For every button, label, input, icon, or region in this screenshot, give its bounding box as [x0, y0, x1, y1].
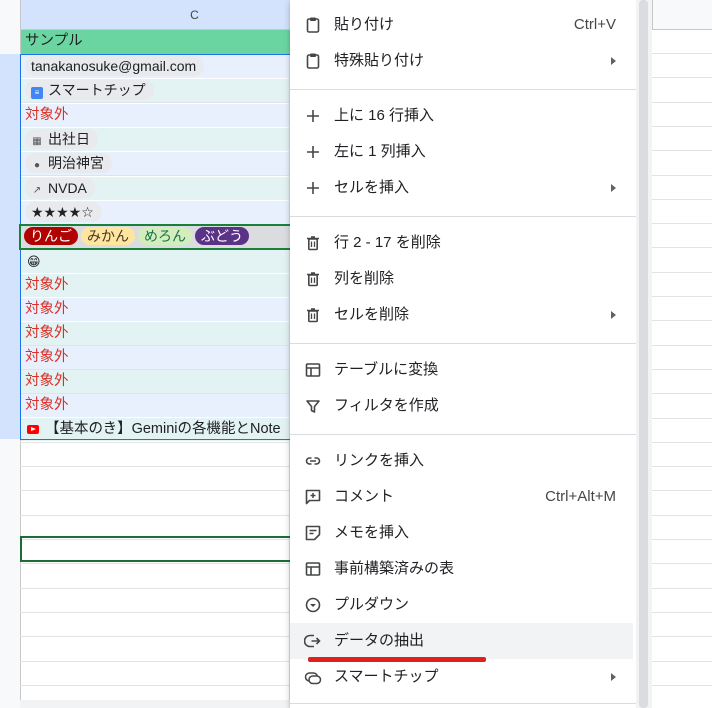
annotation-underline: [308, 657, 486, 662]
dropdown-icon: [304, 596, 322, 614]
menu-scrollbar-thumb[interactable]: [639, 0, 648, 708]
plus-icon: [304, 143, 322, 161]
submenu-arrow-icon: [611, 184, 616, 192]
context-menu: 貼り付け Ctrl+V 特殊貼り付け 上に 16 行挿入 左に 1 列挿入 セル…: [290, 0, 636, 708]
add-comment-icon: [304, 488, 322, 506]
clipboard-icon: [304, 16, 322, 34]
cell-header[interactable]: サンプル: [21, 30, 293, 54]
menu-item-insert-cells[interactable]: セルを挿入: [290, 170, 636, 206]
plus-icon: [304, 107, 322, 125]
selected-row-headers: [0, 54, 20, 439]
menu-item-data-extraction[interactable]: データの抽出: [290, 623, 633, 659]
submenu-arrow-icon: [611, 673, 616, 681]
menu-item-delete-column[interactable]: 列を削除: [290, 261, 636, 297]
submenu-arrow-icon: [611, 311, 616, 319]
plus-icon: [304, 179, 322, 197]
submenu-arrow-icon: [611, 57, 616, 65]
smart-chip-icon: [304, 668, 322, 686]
trash-icon: [304, 234, 322, 252]
filter-icon: [304, 397, 322, 415]
data-extraction-icon: [304, 632, 322, 650]
menu-item-prebuilt-table[interactable]: 事前構築済みの表: [290, 551, 636, 587]
menu-item-convert-to-table[interactable]: テーブルに変換: [290, 352, 636, 388]
horizontal-scrollbar[interactable]: [20, 700, 290, 708]
menu-item-insert-note[interactable]: メモを挿入: [290, 515, 636, 551]
menu-divider: [290, 703, 636, 704]
link-icon: [304, 452, 322, 470]
trash-icon: [304, 270, 322, 288]
menu-divider: [290, 434, 636, 435]
menu-item-delete-rows[interactable]: 行 2 - 17 を削除: [290, 225, 636, 261]
menu-divider: [290, 216, 636, 217]
menu-item-smart-chips[interactable]: スマートチップ: [290, 659, 636, 695]
clipboard-icon: [304, 52, 322, 70]
menu-item-comment[interactable]: コメント Ctrl+Alt+M: [290, 479, 636, 515]
menu-divider: [290, 343, 636, 344]
table-icon: [304, 560, 322, 578]
copy-range-border: [19, 224, 295, 250]
active-cell[interactable]: [20, 536, 294, 562]
table-icon: [304, 361, 322, 379]
column-header-d[interactable]: [652, 0, 712, 29]
menu-divider: [290, 89, 636, 90]
menu-item-dropdown[interactable]: プルダウン: [290, 587, 636, 623]
menu-item-paste-special[interactable]: 特殊貼り付け: [290, 43, 636, 79]
menu-item-delete-cells[interactable]: セルを削除: [290, 297, 636, 333]
note-icon: [304, 524, 322, 542]
menu-item-insert-link[interactable]: リンクを挿入: [290, 443, 636, 479]
trash-icon: [304, 306, 322, 324]
menu-item-paste[interactable]: 貼り付け Ctrl+V: [290, 7, 636, 43]
menu-scrollbar[interactable]: [636, 0, 652, 708]
menu-item-insert-columns[interactable]: 左に 1 列挿入: [290, 134, 636, 170]
menu-item-insert-rows[interactable]: 上に 16 行挿入: [290, 98, 636, 134]
menu-item-create-filter[interactable]: フィルタを作成: [290, 388, 636, 424]
